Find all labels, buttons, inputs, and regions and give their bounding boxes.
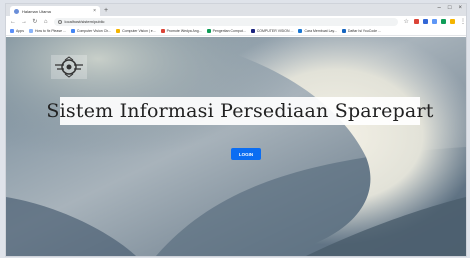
bookmark-label: Computer Vision | e... — [122, 29, 156, 33]
page-icon — [160, 29, 165, 33]
favicon-icon — [14, 8, 19, 14]
bookmark-item[interactable]: Daftar Isi YouCode ... — [341, 29, 381, 33]
browser-window: Halaman Utama × + – □ × ← → ↻ ⌂ localhos… — [5, 3, 467, 257]
bookmark-label: COMPUTER VISION ... — [256, 29, 294, 33]
globe-icon — [70, 29, 75, 33]
back-icon[interactable]: ← — [10, 19, 16, 25]
bookmark-item[interactable]: Apps — [10, 29, 24, 33]
extension-icon[interactable] — [432, 19, 438, 24]
tab-strip: Halaman Utama × + – □ × — [6, 4, 466, 16]
bookmark-label: Daftar Isi YouCode ... — [347, 29, 381, 33]
new-tab-icon[interactable]: + — [104, 6, 108, 16]
address-bar[interactable]: localhost/sistem/public — [53, 17, 399, 26]
browser-toolbar: ← → ↻ ⌂ localhost/sistem/public ☆ ⋮ — [6, 16, 466, 27]
page-icon — [298, 29, 303, 33]
maximize-icon[interactable]: □ — [448, 5, 452, 11]
bookmark-label: Promote Wedya Ang... — [166, 29, 202, 33]
apps-grid-icon — [10, 29, 14, 33]
bookmark-label: Apps — [16, 29, 24, 33]
bookmark-item[interactable]: How to fix Please ... — [28, 29, 66, 33]
bookmark-star-icon[interactable]: ☆ — [403, 18, 409, 25]
page-icon — [116, 29, 121, 33]
bookmark-item[interactable]: Cara Membuat Lay... — [298, 29, 337, 33]
page-icon — [341, 29, 346, 33]
bookmark-item[interactable]: Computer Vision Ch... — [70, 29, 112, 33]
minimize-icon[interactable]: – — [438, 5, 441, 11]
address-url: localhost/sistem/public — [64, 19, 105, 24]
bookmark-label: Cara Membuat Lay... — [304, 29, 337, 33]
page-title: Sistem Informasi Persediaan Sparepart — [46, 97, 433, 125]
bookmark-item[interactable]: Pengertian Comput... — [206, 29, 246, 33]
tab-title: Halaman Utama — [22, 8, 51, 14]
reload-icon[interactable]: ↻ — [32, 18, 38, 25]
bookmarks-bar: Apps How to fix Please ... Computer Vision… — [6, 27, 466, 36]
active-tab[interactable]: Halaman Utama × — [10, 6, 100, 16]
page-icon — [28, 29, 33, 33]
info-icon[interactable] — [57, 19, 62, 24]
extension-icon[interactable] — [450, 19, 456, 24]
bookmark-item[interactable]: Computer Vision | e... — [116, 29, 156, 33]
bookmark-label: Pengertian Comput... — [212, 29, 246, 33]
home-icon[interactable]: ⌂ — [43, 19, 49, 25]
extension-icon[interactable] — [423, 19, 429, 24]
bookmark-item[interactable]: COMPUTER VISION ... — [250, 29, 294, 33]
bookmark-label: Computer Vision Ch... — [76, 29, 112, 33]
close-tab-icon[interactable]: × — [93, 8, 96, 14]
bookmark-item[interactable]: Promote Wedya Ang... — [160, 29, 202, 33]
window-controls: – □ × — [438, 5, 462, 11]
page-icon — [250, 29, 255, 33]
page-content: Sistem Informasi Persediaan Sparepart LO… — [6, 37, 466, 256]
extension-icons — [414, 19, 456, 24]
bookmark-label: How to fix Please ... — [34, 29, 66, 33]
extension-icon[interactable] — [441, 19, 447, 24]
close-window-icon[interactable]: × — [458, 5, 462, 11]
menu-icon[interactable]: ⋮ — [460, 18, 466, 25]
globe-icon — [206, 29, 211, 33]
extension-icon[interactable] — [414, 19, 420, 24]
app-logo — [51, 55, 87, 79]
login-button[interactable]: LOGIN — [231, 148, 261, 160]
forward-icon[interactable]: → — [21, 19, 27, 25]
